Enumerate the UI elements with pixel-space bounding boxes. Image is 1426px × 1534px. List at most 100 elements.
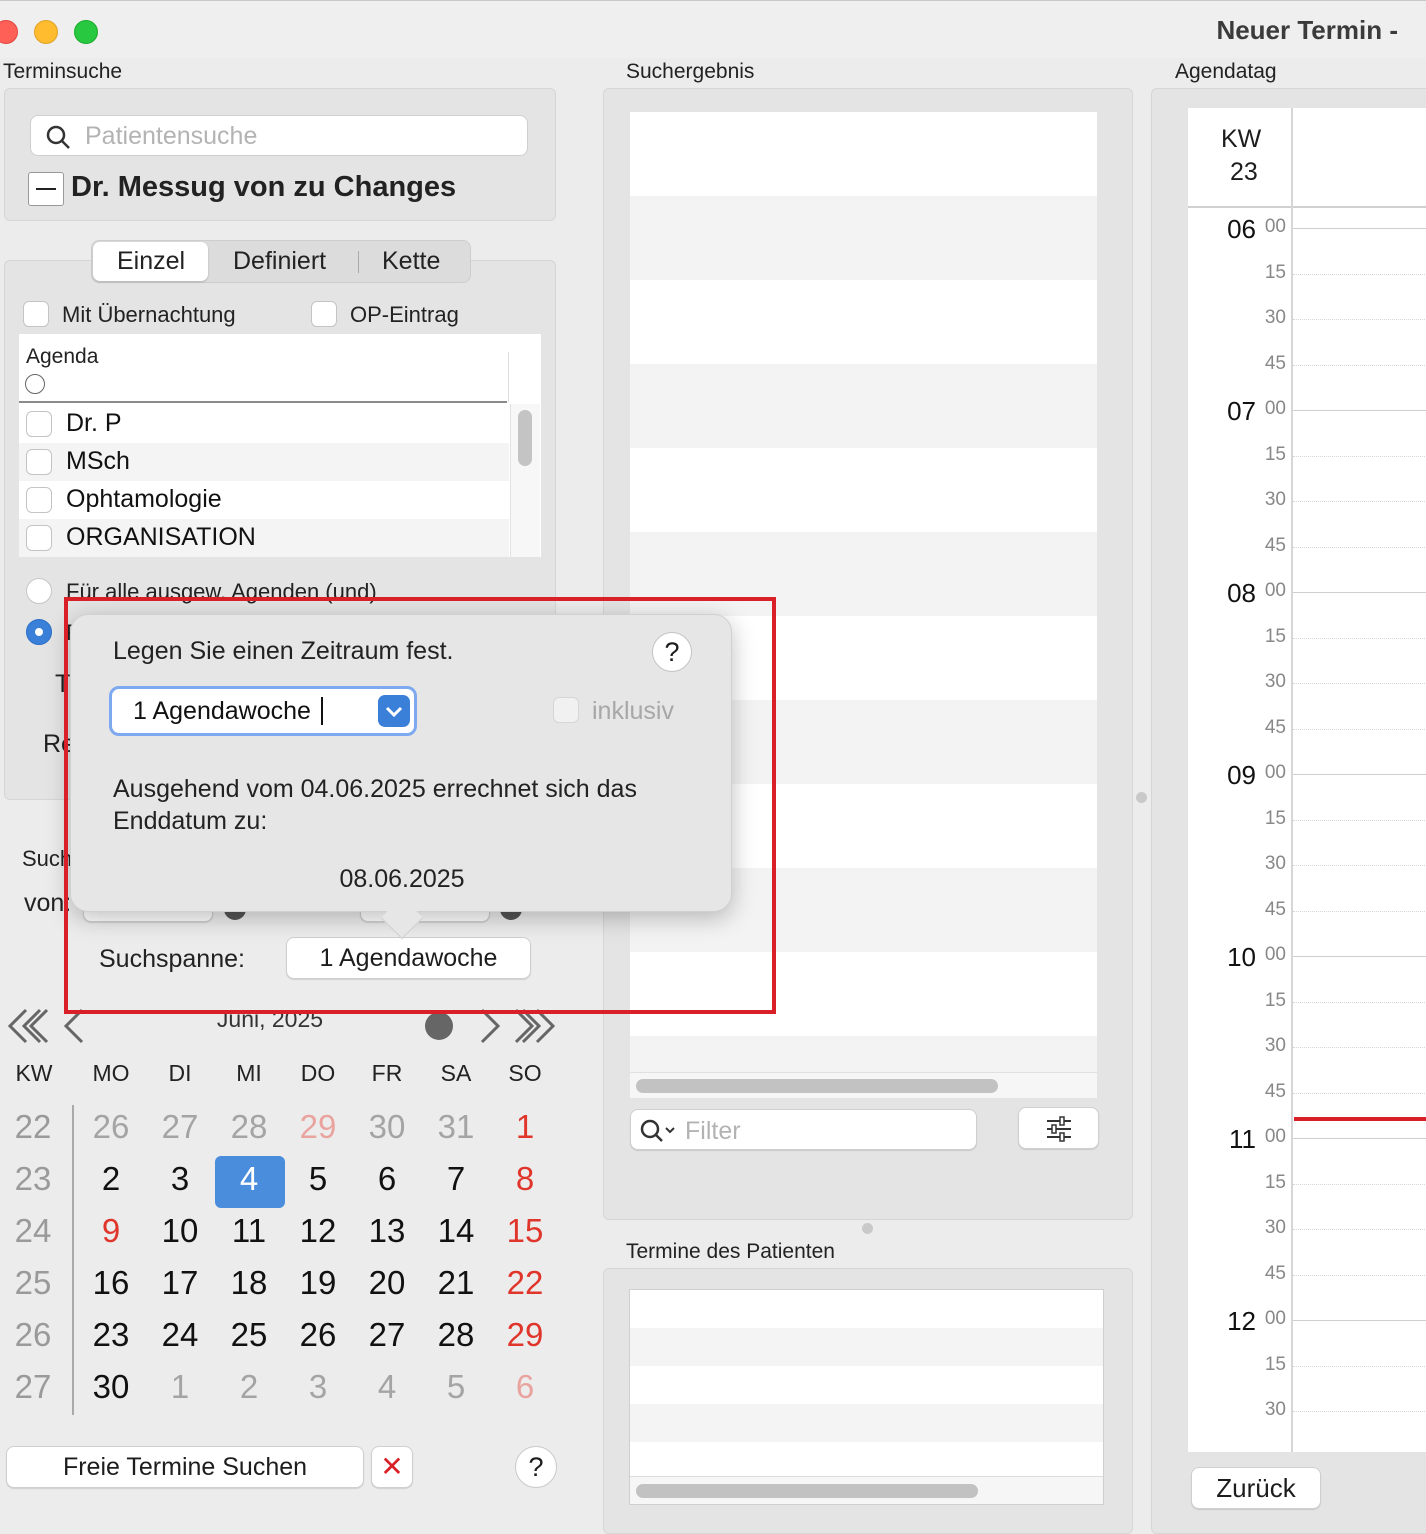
agenda-item[interactable]: Dr. P bbox=[19, 405, 509, 443]
calendar-day[interactable]: 23 bbox=[81, 1310, 141, 1360]
calendar-day[interactable]: 14 bbox=[426, 1206, 486, 1256]
all-agendas-radio[interactable] bbox=[26, 578, 52, 604]
calendar-day[interactable]: 2 bbox=[81, 1154, 141, 1204]
mode-segmented-control: Einzel Definiert Kette bbox=[91, 240, 471, 283]
calendar-day[interactable]: 3 bbox=[150, 1154, 210, 1204]
calendar-day[interactable]: 24 bbox=[150, 1310, 210, 1360]
calendar-day[interactable]: 30 bbox=[357, 1102, 417, 1152]
hour-label: 10 bbox=[1227, 942, 1256, 972]
calendar-day[interactable]: 11 bbox=[219, 1206, 279, 1256]
patient-search-input[interactable]: Patientensuche bbox=[30, 115, 528, 156]
cancel-x-button[interactable]: ✕ bbox=[371, 1446, 413, 1488]
partial-radio-selected[interactable] bbox=[26, 619, 52, 645]
result-row[interactable] bbox=[630, 1036, 1097, 1072]
calendar-day[interactable]: 13 bbox=[357, 1206, 417, 1256]
close-window-button[interactable] bbox=[0, 20, 18, 44]
calendar-kw-number: 22 bbox=[14, 1108, 52, 1145]
calendar-day[interactable]: 29 bbox=[495, 1310, 555, 1360]
kw-number: 23 bbox=[1230, 158, 1258, 186]
time-gridline bbox=[1293, 910, 1426, 912]
tab-definiert[interactable]: Definiert bbox=[233, 247, 326, 276]
calendar-day[interactable]: 30 bbox=[81, 1362, 141, 1412]
appointments-hscrollbar[interactable] bbox=[630, 1476, 1103, 1504]
cal-header: DO bbox=[300, 1060, 336, 1086]
result-row[interactable] bbox=[630, 364, 1097, 448]
agenda-item[interactable]: MSch bbox=[19, 443, 509, 481]
overnight-checkbox[interactable] bbox=[23, 301, 49, 327]
calendar-day[interactable]: 19 bbox=[288, 1258, 348, 1308]
split-handle[interactable] bbox=[862, 1223, 873, 1234]
op-checkbox[interactable] bbox=[311, 301, 337, 327]
calendar-day[interactable]: 26 bbox=[81, 1102, 141, 1152]
tab-einzel[interactable]: Einzel bbox=[117, 247, 185, 276]
calendar-day[interactable]: 22 bbox=[495, 1258, 555, 1308]
calendar-day[interactable]: 18 bbox=[219, 1258, 279, 1308]
results-hscrollbar[interactable] bbox=[630, 1072, 1097, 1098]
kw-header: KW 23 bbox=[1188, 108, 1292, 208]
collapse-toggle-button[interactable] bbox=[28, 172, 64, 206]
calendar-day[interactable]: 8 bbox=[495, 1154, 555, 1204]
calendar-day[interactable]: 12 bbox=[288, 1206, 348, 1256]
agenda-item[interactable]: Ophtamologie bbox=[19, 481, 509, 519]
calendar-day[interactable]: 5 bbox=[426, 1362, 486, 1412]
calendar-day[interactable]: 15 bbox=[495, 1206, 555, 1256]
patient-name: Dr. Messug von zu Changes bbox=[71, 171, 457, 203]
back-button[interactable]: Zurück bbox=[1191, 1467, 1321, 1509]
highlight-annotation-box bbox=[64, 597, 776, 1014]
today-dot-button[interactable] bbox=[425, 1012, 453, 1040]
agenda-all-radio[interactable] bbox=[25, 374, 45, 394]
calendar-day[interactable]: 16 bbox=[81, 1258, 141, 1308]
calendar-day[interactable]: 2 bbox=[219, 1362, 279, 1412]
result-row[interactable] bbox=[630, 196, 1097, 280]
calendar-day[interactable]: 6 bbox=[357, 1154, 417, 1204]
result-row[interactable] bbox=[630, 448, 1097, 532]
calendar-day[interactable]: 29 bbox=[288, 1102, 348, 1152]
help-button[interactable]: ? bbox=[515, 1446, 557, 1488]
calendar-day[interactable]: 26 bbox=[288, 1310, 348, 1360]
time-gridline bbox=[1293, 455, 1426, 457]
search-placeholder: Patientensuche bbox=[85, 122, 258, 150]
minute-label: 30 bbox=[1264, 489, 1286, 510]
minute-label: 45 bbox=[1264, 716, 1286, 738]
result-row[interactable] bbox=[630, 280, 1097, 364]
calendar-day[interactable]: 20 bbox=[357, 1258, 417, 1308]
result-row[interactable] bbox=[630, 112, 1097, 196]
calendar-day[interactable]: 28 bbox=[219, 1102, 279, 1152]
cal-header: DI bbox=[168, 1060, 192, 1086]
calendar-day[interactable]: 5 bbox=[288, 1154, 348, 1204]
calendar-day[interactable]: 17 bbox=[150, 1258, 210, 1308]
time-gridline bbox=[1293, 1229, 1426, 1230]
calendar-day[interactable]: 10 bbox=[150, 1206, 210, 1256]
calendar-day[interactable]: 9 bbox=[81, 1206, 141, 1256]
time-gridline bbox=[1293, 1092, 1426, 1094]
list-scrollbar[interactable] bbox=[510, 404, 540, 557]
minute-label: 30 bbox=[1264, 1217, 1286, 1238]
calendar-day[interactable]: 27 bbox=[150, 1102, 210, 1152]
calendar-day[interactable]: 4 bbox=[219, 1154, 279, 1204]
calendar-day[interactable]: 21 bbox=[426, 1258, 486, 1308]
filter-settings-button[interactable] bbox=[1018, 1107, 1099, 1149]
zoom-window-button[interactable] bbox=[74, 20, 98, 44]
calendar-kw-number: 27 bbox=[14, 1368, 52, 1405]
minute-label: 15 bbox=[1264, 1353, 1286, 1375]
calendar-day[interactable]: 31 bbox=[426, 1102, 486, 1152]
vertical-split-handle[interactable] bbox=[1136, 792, 1147, 803]
calendar-day[interactable]: 7 bbox=[426, 1154, 486, 1204]
calendar-day[interactable]: 3 bbox=[288, 1362, 348, 1412]
calendar-day[interactable]: 6 bbox=[495, 1362, 555, 1412]
filter-input[interactable]: Filter bbox=[630, 1109, 977, 1150]
calendar-day[interactable]: 25 bbox=[219, 1310, 279, 1360]
tab-kette[interactable]: Kette bbox=[382, 247, 440, 276]
minimize-window-button[interactable] bbox=[34, 20, 58, 44]
calendar-day[interactable]: 1 bbox=[150, 1362, 210, 1412]
double-chevron-left-icon[interactable] bbox=[6, 1007, 48, 1045]
calendar-day[interactable]: 28 bbox=[426, 1310, 486, 1360]
search-free-button[interactable]: Freie Termine Suchen bbox=[6, 1446, 364, 1488]
time-gridline bbox=[1293, 364, 1426, 366]
calendar-day[interactable]: 27 bbox=[357, 1310, 417, 1360]
calendar-day[interactable]: 1 bbox=[495, 1102, 555, 1152]
minute-label: 45 bbox=[1264, 534, 1286, 556]
time-gridline bbox=[1293, 1274, 1426, 1276]
agenda-item[interactable]: ORGANISATION bbox=[19, 519, 509, 557]
calendar-day[interactable]: 4 bbox=[357, 1362, 417, 1412]
